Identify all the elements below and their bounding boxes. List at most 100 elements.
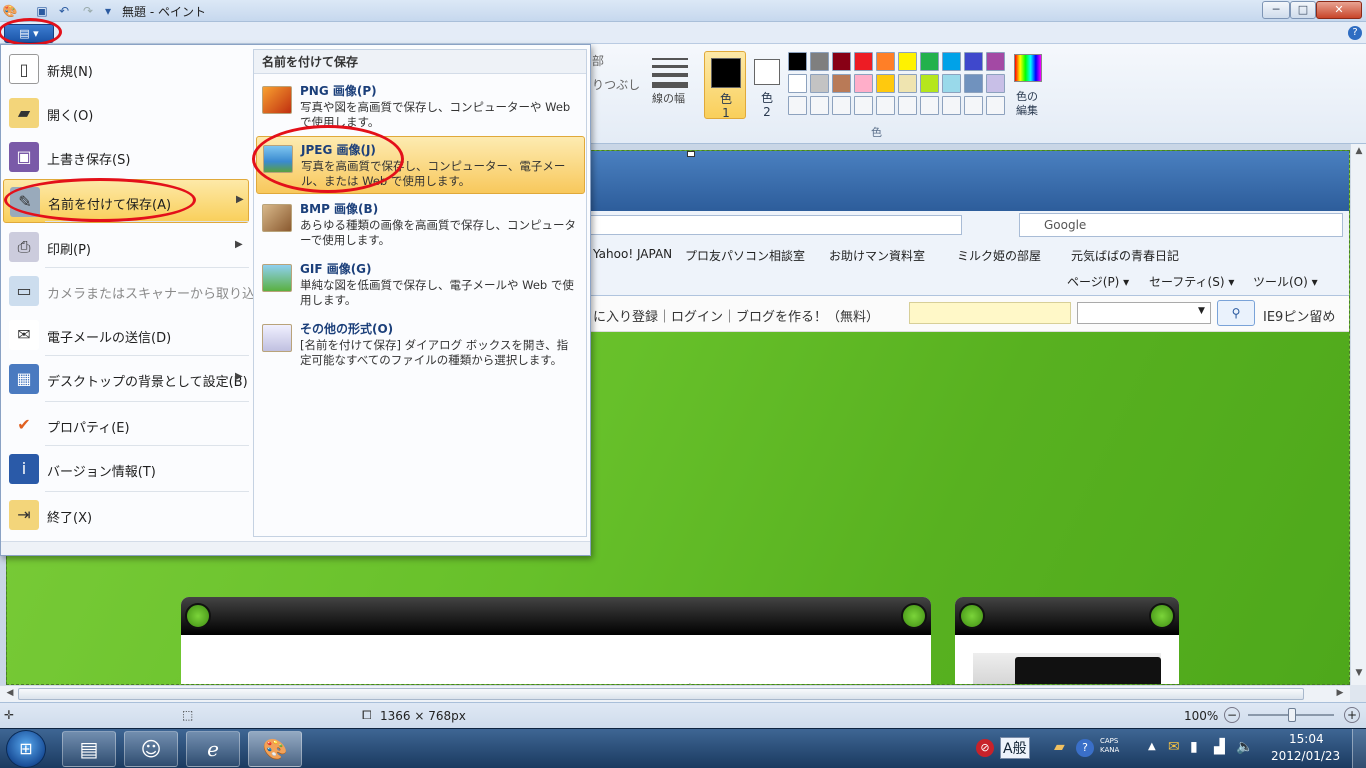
blog-header-links: に入り登録｜ログイン｜ブログを作る！（無料） — [593, 310, 880, 325]
volume-muted-icon[interactable]: 🔈 — [1236, 739, 1253, 755]
palette-swatch[interactable] — [876, 52, 895, 71]
file-menu-item[interactable]: ▭ カメラまたはスキャナーから取り込み(M) — [3, 269, 289, 313]
palette-swatch[interactable] — [964, 52, 983, 71]
palette-swatch[interactable] — [876, 74, 895, 93]
horizontal-scrollbar[interactable]: ◀ ▶ — [0, 685, 1350, 702]
palette-swatch[interactable] — [898, 74, 917, 93]
file-menu-item[interactable]: ▰ 開く(O) — [3, 91, 249, 135]
clock-date[interactable]: 2012/01/23 — [1271, 749, 1340, 763]
printer-icon: ⎙ — [9, 232, 39, 262]
palette-swatch[interactable] — [986, 52, 1005, 71]
save-as-option[interactable]: BMP 画像(B) あらゆる種類の画像を高画質で保存し、コンピューターで使用します… — [256, 196, 585, 254]
line-width-icon[interactable] — [652, 54, 688, 94]
color2-button[interactable]: 色 2 — [746, 51, 788, 119]
ime-mode-indicator[interactable]: A般 — [1000, 737, 1030, 759]
redo-icon[interactable]: ↷ — [80, 3, 96, 19]
maximize-button[interactable]: □ — [1290, 1, 1316, 19]
zoom-slider-thumb[interactable] — [1288, 708, 1296, 722]
palette-swatch[interactable] — [832, 52, 851, 71]
clock-time[interactable]: 15:04 — [1289, 732, 1324, 746]
color1-swatch — [711, 58, 741, 88]
ie-address-bar — [567, 215, 962, 235]
ie-taskbar-button[interactable]: e — [186, 731, 240, 767]
scroll-up-icon[interactable]: ▲ — [1351, 146, 1366, 156]
palette-swatch[interactable] — [942, 52, 961, 71]
messenger-taskbar-button[interactable]: ☺ — [124, 731, 178, 767]
color1-button[interactable]: 色 1 — [704, 51, 746, 120]
notify-icon[interactable]: ✉ — [1168, 739, 1180, 755]
undo-icon[interactable]: ↶ — [56, 3, 72, 19]
zoom-in-icon[interactable]: + — [1344, 707, 1360, 723]
palette-swatch[interactable] — [788, 52, 807, 71]
palette-swatch[interactable] — [920, 74, 939, 93]
file-menu-item[interactable]: ▯ 新規(N) — [3, 47, 249, 91]
palette-swatch[interactable] — [986, 74, 1005, 93]
scroll-right-icon[interactable]: ▶ — [1332, 688, 1348, 698]
help-icon[interactable]: ? — [1348, 26, 1362, 40]
folder-icon: ▤ — [79, 737, 99, 761]
line-width-label[interactable]: 線の幅 — [652, 90, 685, 106]
palette-swatch[interactable] — [810, 52, 829, 71]
palette-swatch[interactable] — [920, 52, 939, 71]
show-desktop-button[interactable] — [1352, 729, 1366, 768]
custom-color-slot[interactable] — [810, 96, 829, 115]
file-menu-item[interactable]: ✔ プロパティ(E) — [3, 403, 249, 447]
internet-explorer-icon: e — [207, 737, 219, 761]
palette-swatch[interactable] — [832, 74, 851, 93]
scroll-thumb[interactable] — [18, 688, 1304, 700]
ie9-pin-text: IE9ピン留め — [1263, 310, 1336, 325]
file-menu-item[interactable]: ✉ 電子メールの送信(D) — [3, 313, 249, 357]
ime-toggle-icon[interactable]: ⊘ — [976, 739, 994, 757]
new-icon: ▯ — [9, 54, 39, 84]
palette-swatch[interactable] — [898, 52, 917, 71]
favorite-link: ミルク姫の部屋 — [957, 249, 1042, 263]
file-menu-item[interactable]: ⎙ 印刷(P) ▶ — [3, 225, 249, 269]
file-menu-item-label: 印刷(P) — [47, 243, 91, 258]
edit-colors-icon[interactable] — [1014, 54, 1042, 82]
scroll-left-icon[interactable]: ◀ — [2, 688, 18, 698]
palette-swatch[interactable] — [964, 74, 983, 93]
save-as-option-description: あらゆる種類の画像を高画質で保存し、コンピューターで使用します。 — [300, 218, 576, 247]
explorer-taskbar-button[interactable]: ▤ — [62, 731, 116, 767]
resize-handle[interactable] — [687, 151, 695, 157]
paint-taskbar-button[interactable]: 🎨 — [248, 731, 302, 767]
vertical-scrollbar[interactable]: ▲ ▼ — [1350, 144, 1366, 685]
custom-color-slot[interactable] — [898, 96, 917, 115]
custom-color-slot[interactable] — [986, 96, 1005, 115]
file-menu-item[interactable]: ⇥ 終了(X) — [3, 493, 249, 537]
paint-app-icon[interactable]: 🎨 — [2, 3, 18, 19]
close-button[interactable]: ✕ — [1316, 1, 1362, 19]
palette-swatch[interactable] — [854, 52, 873, 71]
save-icon[interactable]: ▣ — [34, 3, 50, 19]
custom-color-slot[interactable] — [876, 96, 895, 115]
save-as-option[interactable]: GIF 画像(G) 単純な図を低画質で保存し、電子メールや Web で使用します。 — [256, 256, 585, 314]
help-icon[interactable]: ? — [1076, 739, 1094, 757]
network-icon[interactable]: ▟ — [1214, 739, 1225, 755]
selection-size-icon: ⬚ — [182, 708, 194, 722]
file-menu-item[interactable]: ▦ デスクトップの背景として設定(B) ▶ — [3, 357, 249, 401]
minimize-button[interactable]: ─ — [1262, 1, 1290, 19]
save-as-option[interactable]: その他の形式(O) [名前を付けて保存] ダイアログ ボックスを開き、指定可能なす… — [256, 316, 585, 374]
file-menu-item[interactable]: i バージョン情報(T) — [3, 447, 249, 491]
file-menu-item-label: 電子メールの送信(D) — [47, 331, 172, 346]
safely-remove-icon[interactable]: ▮ — [1190, 739, 1198, 755]
show-hidden-icons[interactable]: ▲ — [1148, 741, 1156, 752]
custom-color-slot[interactable] — [942, 96, 961, 115]
palette-swatch[interactable] — [810, 74, 829, 93]
palette-swatch[interactable] — [942, 74, 961, 93]
custom-color-slot[interactable] — [788, 96, 807, 115]
custom-color-slot[interactable] — [964, 96, 983, 115]
customize-icon[interactable]: ▾ — [100, 3, 116, 19]
palette-swatch[interactable] — [854, 74, 873, 93]
favorite-link: Yahoo! JAPAN — [593, 247, 673, 261]
edit-colors-label[interactable]: 色の 編集 — [1016, 90, 1038, 118]
file-menu-item[interactable]: ▣ 上書き保存(S) — [3, 135, 249, 179]
palette-swatch[interactable] — [788, 74, 807, 93]
custom-color-slot[interactable] — [832, 96, 851, 115]
zoom-out-icon[interactable]: − — [1224, 707, 1240, 723]
ime-pad-icon[interactable]: ▰ — [1054, 739, 1065, 755]
scroll-down-icon[interactable]: ▼ — [1351, 668, 1366, 678]
custom-color-slot[interactable] — [920, 96, 939, 115]
custom-color-slot[interactable] — [854, 96, 873, 115]
start-button[interactable]: ⊞ — [6, 730, 46, 768]
